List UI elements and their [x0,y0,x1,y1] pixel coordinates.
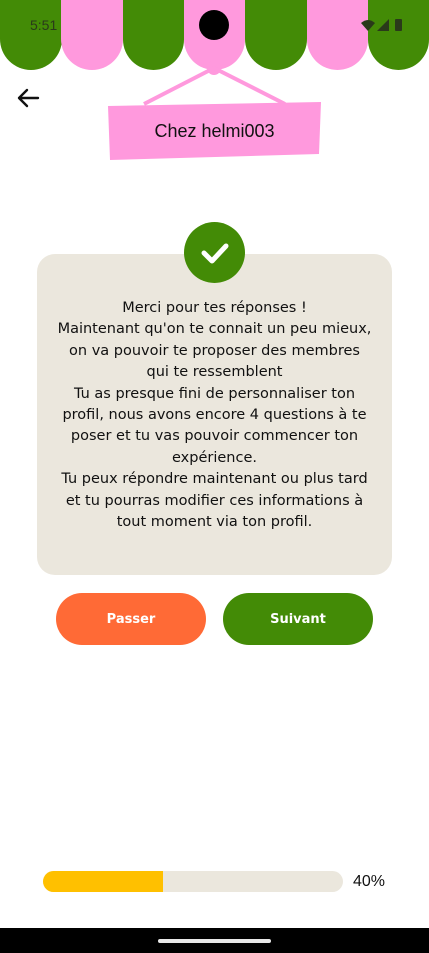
skip-button[interactable]: Passer [56,593,206,645]
message-line: Maintenant qu'on te connait un peu mieux… [57,321,372,338]
message-line: Merci pour tes réponses ! [122,300,307,316]
message-line: Tu peux répondre maintenant ou plus tard [61,471,368,488]
shop-sign-title: Chez helmi003 [154,120,275,141]
message-line: profil, nous avons encore 4 questions à … [62,407,367,424]
message-line: poser et tu vas pouvoir commencer ton [70,428,359,445]
message-line: on va pouvoir te proposer des membres [69,342,360,359]
checkmark-icon [184,222,245,283]
system-nav-bar [0,928,429,953]
arrow-left-icon[interactable] [12,82,44,114]
sign-ropes [143,61,286,106]
message-line: expérience. [172,449,257,466]
message-line: tout moment via ton profil. [116,514,313,531]
progress-label: 40% [353,873,386,890]
progress-fill [43,871,163,892]
progress-bar [43,871,343,892]
next-button[interactable]: Suivant [223,593,373,645]
home-handle[interactable] [158,939,271,943]
message-line: Tu as presque fini de personnaliser ton [73,385,356,402]
card-message: Merci pour tes réponses ! Maintenant qu'… [50,298,379,533]
message-line: et tu pourras modifier ces informations … [65,492,364,509]
message-line: qui te ressemblent [146,364,283,381]
